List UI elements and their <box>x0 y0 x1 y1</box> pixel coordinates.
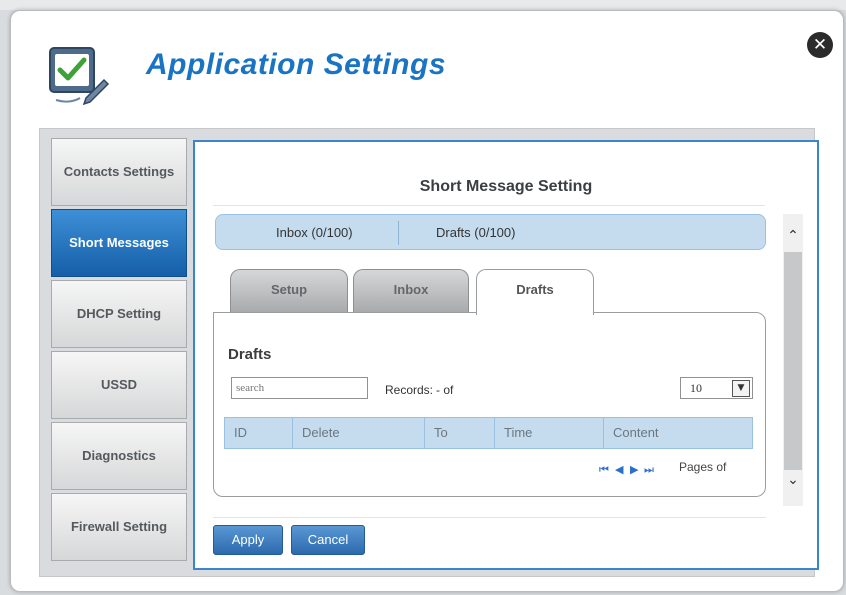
sidebar-item-ussd[interactable]: USSD <box>51 351 187 419</box>
drafts-tab-body: Drafts Records:- of 10 ▼ ID Delete To Ti… <box>213 312 766 497</box>
sidebar-item-diagnostics[interactable]: Diagnostics <box>51 422 187 490</box>
chevron-up-icon[interactable]: ⌃ <box>783 226 803 246</box>
page-title: Application Settings <box>146 48 447 81</box>
short-message-setting-panel: Short Message Setting Inbox (0/100) Draf… <box>193 140 819 570</box>
panel-title: Short Message Setting <box>419 178 593 195</box>
sidebar-item-label: Diagnostics <box>82 448 156 463</box>
search-input[interactable] <box>231 377 368 399</box>
sidebar-item-label: DHCP Setting <box>76 306 162 321</box>
scrollbar-thumb[interactable] <box>784 252 802 470</box>
first-page-icon[interactable]: ⏮ <box>599 463 609 477</box>
column-header-to[interactable]: To <box>425 418 495 448</box>
column-header-content[interactable]: Content <box>604 418 752 448</box>
tab-setup[interactable]: Setup <box>230 269 348 313</box>
message-counts-bar: Inbox (0/100) Drafts (0/100) <box>215 214 766 250</box>
divider <box>213 517 766 518</box>
tab-label: Inbox <box>393 282 429 297</box>
drafts-count: Drafts (0/100) <box>436 225 516 240</box>
records-label: Records: <box>385 383 434 397</box>
column-header-time[interactable]: Time <box>495 418 604 448</box>
tab-label: Drafts <box>516 282 554 297</box>
sidebar-item-label: Contacts Settings <box>63 164 175 179</box>
drafts-heading: Drafts <box>228 346 272 363</box>
tab-drafts[interactable]: Drafts <box>476 269 594 315</box>
tab-inbox[interactable]: Inbox <box>353 269 469 313</box>
sidebar-item-dhcp-setting[interactable]: DHCP Setting <box>51 280 187 348</box>
apply-button[interactable]: Apply <box>213 525 283 555</box>
divider <box>398 221 399 245</box>
settings-checklist-icon <box>46 42 110 106</box>
sidebar-item-label: Short Messages <box>69 235 169 250</box>
cancel-button[interactable]: Cancel <box>291 525 365 555</box>
chevron-down-icon[interactable]: ⌄ <box>783 470 803 490</box>
sidebar-item-label: Firewall Setting <box>70 519 168 534</box>
records-value: - of <box>436 383 454 397</box>
records-count: Records: - of <box>385 383 456 397</box>
chevron-down-icon[interactable]: ▼ <box>732 380 750 397</box>
scrollbar[interactable]: ⌃ ⌄ <box>783 214 803 506</box>
divider <box>213 205 765 206</box>
last-page-icon[interactable]: ⏭ <box>644 463 654 477</box>
sidebar-item-short-messages[interactable]: Short Messages <box>51 209 187 277</box>
table-header: ID Delete To Time Content <box>224 417 753 449</box>
prev-page-icon[interactable]: ◀ <box>615 463 623 476</box>
sidebar-item-contacts-settings[interactable]: Contacts Settings <box>51 138 187 206</box>
page-size-value: 10 <box>690 381 702 395</box>
sidebar-item-firewall-setting[interactable]: Firewall Setting <box>51 493 187 561</box>
column-header-id[interactable]: ID <box>225 418 293 448</box>
column-header-delete[interactable]: Delete <box>293 418 425 448</box>
next-page-icon[interactable]: ▶ <box>630 463 638 476</box>
background-strip <box>0 0 846 10</box>
sidebar-item-label: USSD <box>100 377 138 392</box>
pages-label: Pages of <box>679 460 727 474</box>
inbox-count: Inbox (0/100) <box>276 225 353 240</box>
close-icon[interactable]: ✕ <box>807 32 833 58</box>
page-size-select[interactable]: 10 ▼ <box>680 377 753 399</box>
tab-label: Setup <box>270 282 308 297</box>
